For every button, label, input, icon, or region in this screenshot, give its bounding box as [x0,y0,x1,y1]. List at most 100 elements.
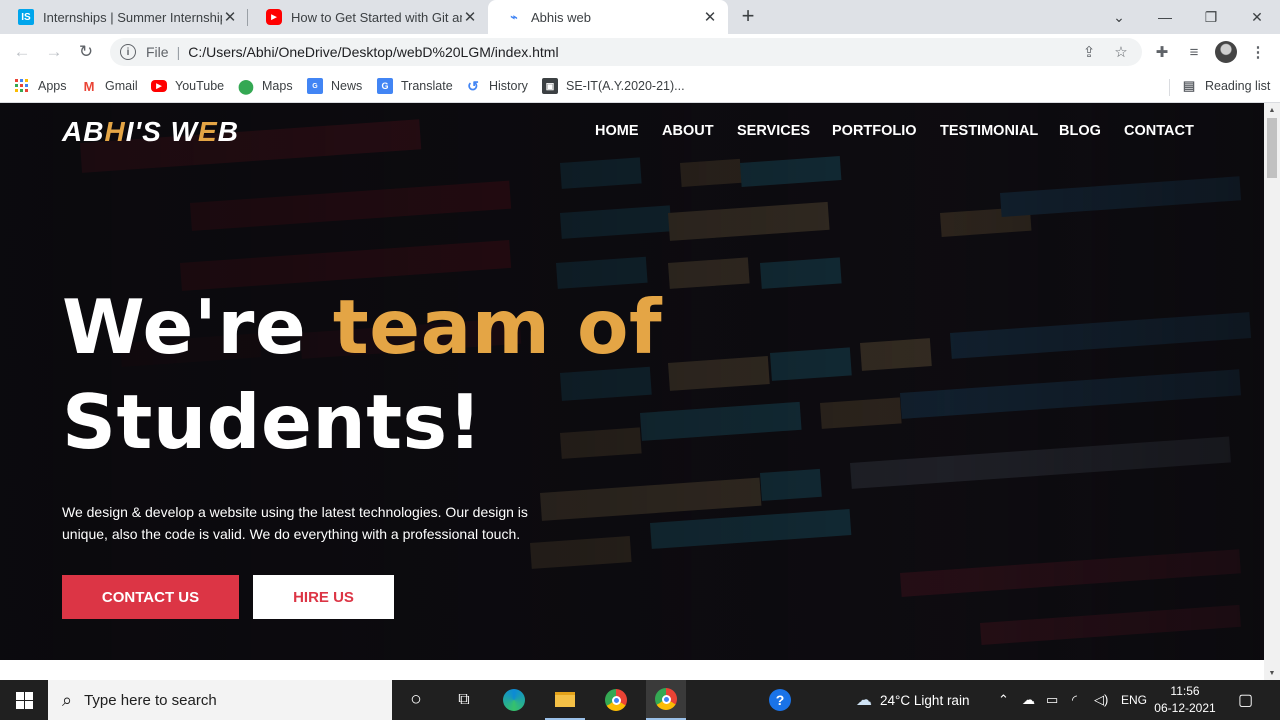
apps-grid-icon [14,78,30,94]
reading-list-label: Reading list [1205,79,1271,93]
logo-text: AB [62,116,105,147]
logo-text: I'S W [125,116,199,147]
nav-testimonial[interactable]: TESTIMONIAL [940,123,1038,139]
bookmark-star-icon[interactable]: ☆ [1112,43,1130,61]
clock-date: 06-12-2021 [1154,701,1216,715]
task-view-icon[interactable]: ⧉ [444,680,484,720]
file-explorer-icon[interactable] [545,680,585,720]
hire-us-button[interactable]: HIRE US [253,575,394,619]
translate-icon: G [377,78,393,94]
bookmark-news[interactable]: G News [307,76,362,96]
taskbar-search-box[interactable]: ⌕ Type here to search [48,680,392,720]
bookmark-maps[interactable]: ⬤ Maps [238,76,293,96]
internshala-icon: IS [18,9,34,25]
bookmark-label: Translate [401,79,453,93]
bookmark-label: News [331,79,363,93]
site-logo[interactable]: ABHI'S WEB [62,116,239,148]
chrome-active-icon[interactable] [646,680,686,720]
share-icon[interactable]: ⇪ [1080,43,1098,61]
nav-portfolio[interactable]: PORTFOLIO [832,123,917,139]
chrome-icon[interactable] [596,680,636,720]
address-bar[interactable]: i File | C:/Users/Abhi/OneDrive/Desktop/… [110,38,1142,66]
weather-text: 24°C Light rain [880,692,970,708]
tab-title: How to Get Started with Git and G [291,9,462,25]
browser-toolbar: ← → ↻ i File | C:/Users/Abhi/OneDrive/De… [0,34,1280,70]
reading-list-icon: ▤ [1182,78,1196,93]
tab-search-icon[interactable]: ⌄ [1096,0,1142,34]
new-tab-button[interactable]: + [736,5,760,29]
nav-services[interactable]: SERVICES [737,123,810,139]
extensions-icon[interactable]: ✚ [1152,42,1172,62]
onedrive-icon[interactable]: ☁ [1022,680,1035,720]
close-tab-icon[interactable]: ✕ [702,9,718,26]
bookmark-apps[interactable]: Apps [14,76,67,96]
help-icon[interactable]: ? [760,680,800,720]
scroll-down-icon[interactable]: ▼ [1264,666,1280,680]
hero-description-line: unique, also the code is valid. We do ev… [62,526,521,542]
nav-home[interactable]: HOME [595,123,639,139]
scrollbar-thumb[interactable] [1267,118,1277,178]
reading-list-button[interactable]: ▤ Reading list [1181,76,1270,96]
hero-headline-line2: Students! [62,378,483,466]
search-icon: ⌕ [62,689,73,710]
profile-avatar[interactable] [1215,41,1237,63]
youtube-icon: ▶ [266,9,282,25]
tab-title: Abhis web [531,9,591,25]
menu-kebab-icon[interactable]: ⋮ [1248,42,1268,62]
start-button[interactable] [0,680,48,720]
nav-blog[interactable]: BLOG [1059,123,1101,139]
bookmark-translate[interactable]: G Translate [377,76,453,96]
browser-tab-strip: IS Internships | Summer Internship 2 ✕ ▶… [0,0,1280,34]
tab-internships[interactable]: IS Internships | Summer Internship 2 ✕ [0,0,248,34]
forward-icon[interactable]: → [42,40,66,64]
page-scrollbar[interactable]: ▲ ▼ [1264,103,1280,680]
restore-button[interactable]: ❐ [1188,0,1234,34]
bookmarks-divider [1169,79,1170,96]
show-hidden-icons-icon[interactable]: ⌃ [998,680,1009,720]
close-tab-icon[interactable]: ✕ [222,9,238,26]
edge-icon[interactable] [494,680,534,720]
media-queue-icon[interactable]: ≡ [1184,42,1204,62]
battery-icon[interactable]: ▭ [1046,680,1058,720]
page-viewport: ABHI'S WEB HOME ABOUT SERVICES PORTFOLIO… [0,103,1264,680]
volume-icon[interactable]: ◁) [1094,680,1108,720]
language-indicator[interactable]: ENG [1121,680,1147,720]
bookmark-history[interactable]: ↺ History [465,76,528,96]
bookmarks-bar: Apps M Gmail ▶ YouTube ⬤ Maps G News G T… [0,70,1280,103]
gmail-icon: M [83,78,95,94]
weather-widget[interactable]: ☁ 24°C Light rain [856,680,969,720]
nav-about[interactable]: ABOUT [662,123,714,139]
search-placeholder: Type here to search [84,691,217,709]
nav-contact[interactable]: CONTACT [1124,123,1194,139]
notifications-icon[interactable]: ▢ [1238,680,1253,720]
close-tab-icon[interactable]: ✕ [462,9,478,26]
wifi-icon[interactable]: ◜ [1072,680,1077,720]
tab-youtube-git[interactable]: ▶ How to Get Started with Git and G ✕ [248,0,488,34]
scroll-up-icon[interactable]: ▲ [1264,103,1280,117]
cortana-icon[interactable]: ○ [396,680,436,720]
close-window-button[interactable]: ✕ [1234,0,1280,34]
site-info-icon[interactable]: i [120,44,136,60]
rain-cloud-icon: ☁ [856,692,872,709]
system-clock[interactable]: 11:56 06-12-2021 [1152,683,1218,717]
address-divider: | [176,44,181,60]
bookmark-label: Gmail [105,79,138,93]
contact-us-button[interactable]: CONTACT US [62,575,239,619]
address-url[interactable]: C:/Users/Abhi/OneDrive/Desktop/webD%20LG… [188,44,558,60]
bookmark-label: Maps [262,79,293,93]
hero-description: We design & develop a website using the … [62,501,542,545]
logo-accent-letter: H [104,116,126,147]
tab-abhis-web[interactable]: ⌁ Abhis web ✕ [488,0,728,34]
minimize-button[interactable]: — [1142,0,1188,34]
bookmark-classroom[interactable]: ▣ SE-IT(A.Y.2020-21)... [542,76,685,96]
reload-icon[interactable]: ↻ [74,40,98,64]
classroom-icon: ▣ [542,78,558,94]
back-icon[interactable]: ← [10,40,34,64]
bookmark-label: History [489,79,528,93]
tab-title: Internships | Summer Internship 2 [43,9,222,25]
bookmark-label: YouTube [175,79,225,93]
bookmark-gmail[interactable]: M Gmail [81,76,138,96]
bookmark-label: Apps [38,79,67,93]
bookmark-youtube[interactable]: ▶ YouTube [151,76,224,96]
page-icon: ⌁ [510,10,518,24]
